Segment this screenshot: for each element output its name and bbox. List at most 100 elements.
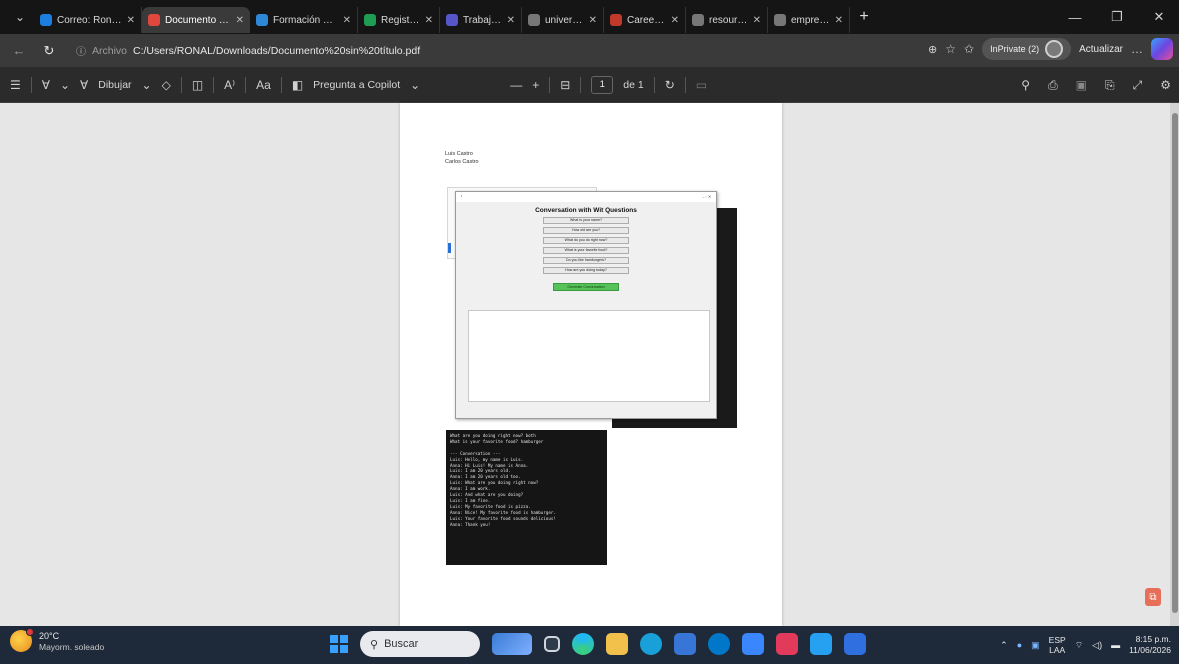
browser-tab[interactable]: empresas de tr ✕ bbox=[768, 7, 850, 33]
close-tab-icon[interactable]: ✕ bbox=[835, 15, 843, 26]
word-icon[interactable] bbox=[674, 633, 696, 655]
ask-copilot-label[interactable]: Pregunta a Copilot bbox=[313, 79, 400, 91]
author-name: Carlos Castro bbox=[445, 159, 479, 165]
close-tab-icon[interactable]: ✕ bbox=[343, 15, 351, 26]
add-text-icon[interactable]: ◫ bbox=[192, 78, 203, 92]
battery-icon[interactable]: ▬ bbox=[1111, 640, 1120, 650]
close-tab-icon[interactable]: ✕ bbox=[127, 15, 135, 26]
windows-start-icon[interactable] bbox=[330, 635, 348, 653]
toolbar-divider bbox=[180, 76, 182, 93]
search-icon[interactable]: ⚲ bbox=[1021, 78, 1030, 92]
tab-favicon-icon bbox=[364, 14, 376, 26]
inprivate-profile-button[interactable]: InPrivate (2) bbox=[982, 38, 1072, 60]
rotate-icon[interactable]: ↻ bbox=[665, 78, 675, 92]
taskbar-search-box[interactable]: ⚲ Buscar bbox=[360, 631, 480, 657]
new-tab-button[interactable]: + bbox=[850, 8, 878, 26]
edge-browser-icon[interactable] bbox=[572, 633, 594, 655]
close-tab-icon[interactable]: ✕ bbox=[671, 15, 679, 26]
browser-tab[interactable]: Correo: Ronald ✕ bbox=[34, 7, 142, 33]
outlook-icon[interactable] bbox=[844, 633, 866, 655]
zoom-icon[interactable]: ⊕ bbox=[928, 43, 937, 56]
contents-icon[interactable]: ☰ bbox=[10, 78, 21, 92]
file-explorer-icon[interactable] bbox=[606, 633, 628, 655]
highlight-icon[interactable]: ∀ bbox=[42, 78, 50, 92]
tray-app-icon[interactable]: ● bbox=[1017, 640, 1022, 650]
eraser-icon[interactable]: ◇ bbox=[162, 78, 171, 92]
close-window-button[interactable]: ✕ bbox=[1139, 0, 1179, 34]
close-tab-icon[interactable]: ✕ bbox=[507, 15, 515, 26]
save-as-icon[interactable]: ⎘ bbox=[1105, 78, 1115, 93]
tab-favicon-icon bbox=[148, 14, 160, 26]
clock[interactable]: 8:15 p.m. 11/06/2026 bbox=[1129, 634, 1171, 656]
translate-icon[interactable]: Aa bbox=[256, 78, 271, 92]
page-view-icon[interactable]: ▭ bbox=[696, 78, 707, 92]
gui-app-icon: ▪ bbox=[461, 194, 463, 198]
tray-app-icon[interactable]: ▣ bbox=[1031, 640, 1040, 651]
favorite-star-icon[interactable]: ☆ bbox=[945, 42, 956, 56]
browser-tab[interactable]: Trabajo y Cone ✕ bbox=[440, 7, 522, 33]
print-icon[interactable]: ⎙ bbox=[1048, 78, 1058, 93]
close-tab-icon[interactable]: ✕ bbox=[753, 15, 761, 26]
tab-title: university com bbox=[545, 14, 584, 26]
task-view-icon[interactable] bbox=[544, 636, 560, 652]
weather-widget[interactable]: 20°C Mayorm. soleado bbox=[10, 628, 104, 652]
maximize-button[interactable]: ❐ bbox=[1097, 0, 1137, 34]
clock-date: 11/06/2026 bbox=[1129, 645, 1171, 655]
browser-tab[interactable]: Formación Téc ✕ bbox=[250, 7, 358, 33]
wifi-icon[interactable]: ⌔ bbox=[1075, 640, 1083, 651]
settings-gear-icon[interactable]: ⚙ bbox=[1160, 78, 1171, 92]
fullscreen-icon[interactable]: ⤢ bbox=[1133, 78, 1143, 93]
browser-tab[interactable]: Registro de Ac ✕ bbox=[358, 7, 440, 33]
scrollbar-thumb[interactable] bbox=[1172, 113, 1178, 613]
update-button[interactable]: Actualizar bbox=[1079, 44, 1123, 55]
favorites-icon[interactable]: ✩ bbox=[964, 42, 974, 56]
browser-tab[interactable]: Documento sin ✕ bbox=[142, 7, 250, 33]
page-number-input[interactable]: 1 bbox=[591, 75, 614, 94]
close-tab-icon[interactable]: ✕ bbox=[236, 15, 244, 26]
copilot-icon[interactable] bbox=[1151, 38, 1173, 60]
system-tray: ⌃ ● ▣ ESP LAA ⌔ ◁) ▬ 8:15 p.m. 11/06/202… bbox=[1000, 630, 1171, 660]
read-aloud-icon[interactable]: A⁾ bbox=[224, 78, 235, 92]
pdf-viewer[interactable]: Luis Castro Carlos Castro ▪ – ▫ ✕ Conver… bbox=[0, 103, 1179, 626]
scrollbar[interactable] bbox=[1170, 103, 1179, 626]
back-button[interactable]: ← bbox=[8, 43, 30, 58]
taskbar-apps: ⚲ Buscar bbox=[330, 631, 866, 657]
chevron-down-icon[interactable]: ⌄ bbox=[60, 78, 70, 92]
tab-title: Documento sin bbox=[165, 14, 231, 26]
chevron-up-icon[interactable]: ⌃ bbox=[1000, 640, 1008, 651]
chevron-down-icon[interactable]: ⌄ bbox=[142, 78, 152, 92]
refresh-button[interactable]: ↻ bbox=[38, 43, 60, 59]
tab-favicon-icon bbox=[256, 14, 268, 26]
mcafee-icon[interactable] bbox=[776, 633, 798, 655]
hp-icon[interactable] bbox=[708, 633, 730, 655]
fit-page-icon[interactable]: ⊟ bbox=[560, 78, 570, 92]
conversation-output-box bbox=[468, 310, 710, 402]
save-icon[interactable]: ▣ bbox=[1076, 78, 1087, 92]
store-icon[interactable] bbox=[810, 633, 832, 655]
zoom-in-icon[interactable]: + bbox=[532, 78, 539, 92]
language-indicator[interactable]: ESP LAA bbox=[1049, 635, 1066, 655]
zoom-out-icon[interactable]: — bbox=[510, 78, 522, 92]
browser-tab[interactable]: Career impact ✕ bbox=[604, 7, 686, 33]
volume-icon[interactable]: ◁) bbox=[1092, 640, 1102, 651]
minimize-button[interactable]: — bbox=[1055, 0, 1095, 34]
tab-favicon-icon bbox=[692, 14, 704, 26]
file-info-icon: ⓘ bbox=[76, 47, 86, 58]
url-field[interactable]: ⓘ Archivo C:/Users/RONAL/Downloads/Docum… bbox=[68, 39, 968, 63]
chrome-icon[interactable] bbox=[640, 633, 662, 655]
close-tab-icon[interactable]: ✕ bbox=[425, 15, 433, 26]
close-tab-icon[interactable]: ✕ bbox=[589, 15, 597, 26]
copilot-ask-icon[interactable]: ◧ bbox=[292, 78, 303, 92]
acrobat-icon[interactable]: ⧉ bbox=[1145, 588, 1161, 606]
draw-label[interactable]: Dibujar bbox=[98, 79, 131, 91]
browser-tab[interactable]: university com ✕ bbox=[522, 7, 604, 33]
tab-actions-icon[interactable]: ⌄ bbox=[6, 5, 34, 29]
more-options-icon[interactable]: … bbox=[1131, 42, 1143, 56]
browser-tab[interactable]: resources Engli ✕ bbox=[686, 7, 768, 33]
chevron-down-icon[interactable]: ⌄ bbox=[410, 78, 420, 92]
widgets-icon[interactable] bbox=[492, 633, 532, 655]
sun-icon bbox=[10, 628, 34, 652]
draw-icon[interactable]: ∀ bbox=[80, 78, 88, 92]
app-icon[interactable] bbox=[742, 633, 764, 655]
gui-window-controls: – ▫ ✕ bbox=[702, 195, 711, 199]
